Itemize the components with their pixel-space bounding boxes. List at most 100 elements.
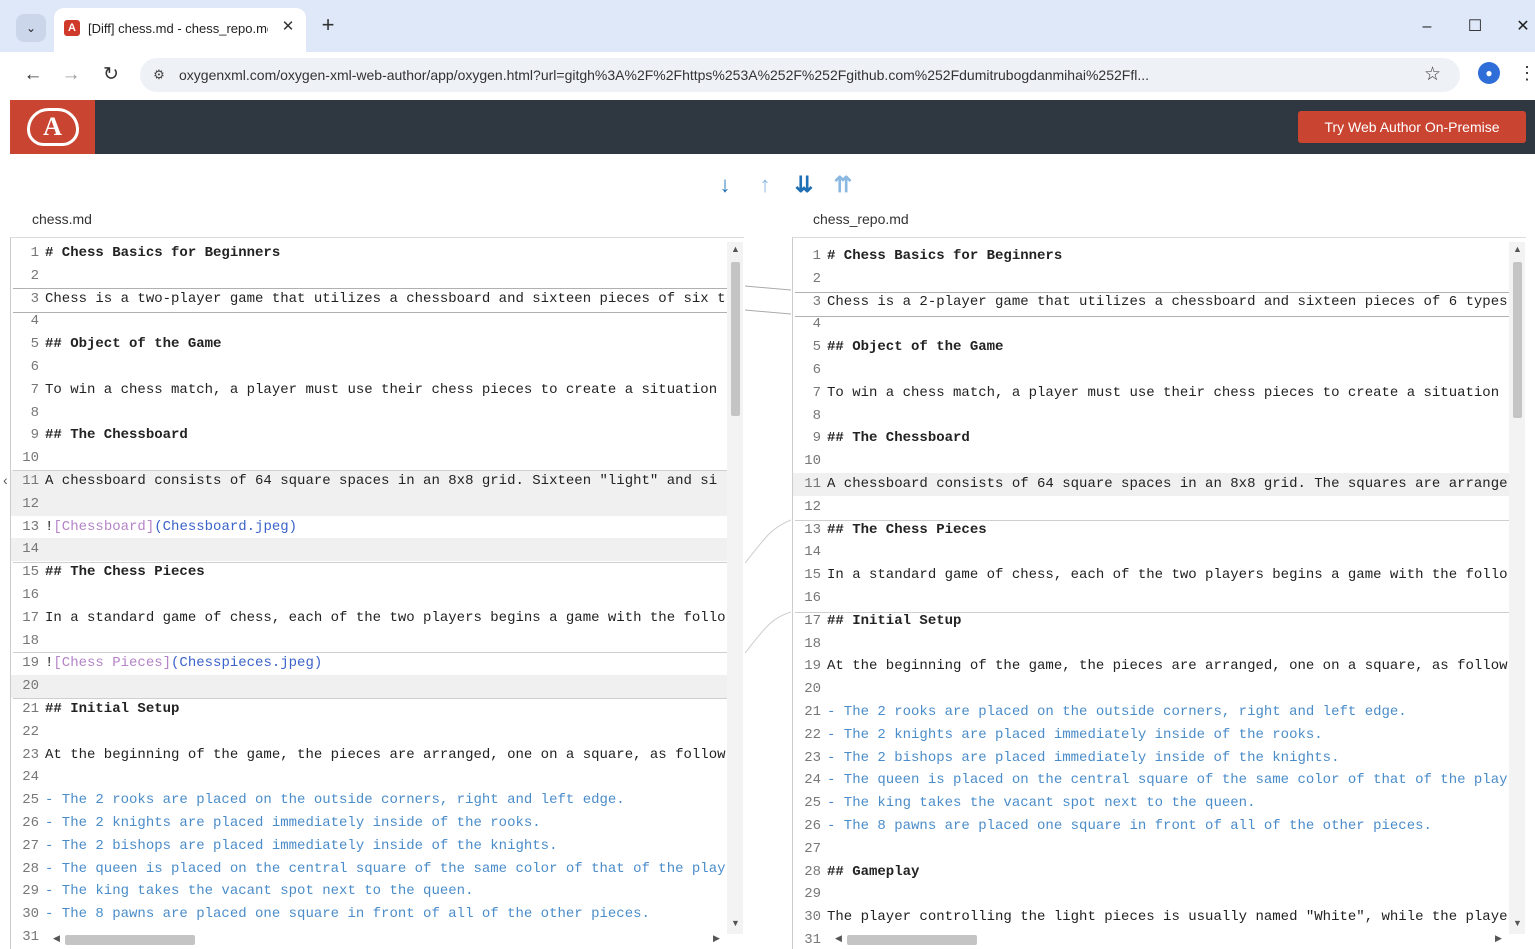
code-line[interactable]: 18 xyxy=(11,630,727,653)
code-line[interactable]: 30 The player controlling the light piece… xyxy=(793,906,1509,929)
new-tab-icon[interactable]: + xyxy=(316,14,340,38)
code-line[interactable]: 17 In a standard game of chess, each of t… xyxy=(11,607,727,630)
code-line[interactable]: 12 xyxy=(11,492,727,516)
left-horizontal-scroll-thumb[interactable] xyxy=(65,935,195,945)
code-line[interactable]: 22 - The 2 knights are placed immediately… xyxy=(793,724,1509,747)
code-line[interactable]: 27 - The 2 bishops are placed immediately… xyxy=(11,835,727,858)
code-line[interactable]: 15 In a standard game of chess, each of t… xyxy=(793,564,1509,587)
code-line[interactable]: 2 xyxy=(11,265,727,288)
code-line[interactable]: 29 xyxy=(793,883,1509,906)
code-line[interactable]: 11 A chessboard consists of 64 square spa… xyxy=(793,473,1509,496)
code-line[interactable]: 19 ![Chess Pieces](Chesspieces.jpeg) xyxy=(11,652,727,675)
image-link-text[interactable]: (Chessboard.jpeg) xyxy=(154,519,297,535)
code-line[interactable]: 17 ## Initial Setup xyxy=(793,610,1509,633)
site-settings-icon[interactable]: ⚙ xyxy=(149,65,169,85)
try-on-premise-button[interactable]: Try Web Author On-Premise xyxy=(1298,111,1526,143)
previous-change-icon[interactable]: ↑ xyxy=(750,170,780,200)
code-line[interactable]: 15 ## The Chess Pieces xyxy=(11,561,727,584)
close-tab-icon[interactable]: ✕ xyxy=(278,17,298,37)
code-line[interactable]: 19 At the beginning of the game, the piec… xyxy=(793,655,1509,678)
code-line[interactable]: 28 ## Gameplay xyxy=(793,861,1509,884)
code-line[interactable]: 6 xyxy=(11,356,727,379)
code-line[interactable]: 7 To win a chess match, a player must use… xyxy=(793,382,1509,405)
code-line[interactable]: 10 xyxy=(11,447,727,470)
code-line[interactable]: 12 xyxy=(793,496,1509,519)
code-line[interactable]: 8 xyxy=(11,402,727,425)
right-diff-pane[interactable]: 1 # Chess Basics for Beginners 2 3 Chess is … xyxy=(792,237,1526,949)
scroll-down-icon[interactable]: ▼ xyxy=(731,918,740,928)
code-line[interactable]: 13 ## The Chess Pieces xyxy=(793,519,1509,542)
left-vertical-scroll-thumb[interactable] xyxy=(731,262,740,416)
last-change-icon[interactable]: ⇊ xyxy=(789,170,819,200)
bookmark-star-icon[interactable]: ☆ xyxy=(1424,64,1441,86)
code-line[interactable]: 3 Chess is a two-player game that utilize… xyxy=(11,288,727,311)
reload-icon[interactable]: ↻ xyxy=(96,60,126,90)
scroll-right-icon[interactable]: ▶ xyxy=(713,933,720,944)
code-line[interactable]: 14 xyxy=(793,541,1509,564)
url-text[interactable]: oxygenxml.com/oxygen-xml-web-author/app/… xyxy=(179,67,1149,83)
browser-menu-icon[interactable]: ⋮ xyxy=(1518,60,1535,86)
image-link-text[interactable]: (Chesspieces.jpeg) xyxy=(171,655,322,671)
code-line[interactable]: 27 xyxy=(793,838,1509,861)
code-line[interactable]: 22 xyxy=(11,721,727,744)
code-line[interactable]: 20 xyxy=(793,678,1509,701)
back-icon[interactable]: ← xyxy=(18,60,48,90)
minimize-icon[interactable]: – xyxy=(1412,14,1442,40)
code-line[interactable]: 9 ## The Chessboard xyxy=(793,427,1509,450)
code-line[interactable]: 25 - The king takes the vacant spot next … xyxy=(793,792,1509,815)
code-line[interactable]: 26 - The 8 pawns are placed one square in… xyxy=(793,815,1509,838)
code-line[interactable]: 1 # Chess Basics for Beginners xyxy=(793,245,1509,268)
left-vertical-scrollbar[interactable]: ▲ ▼ xyxy=(727,242,743,934)
right-vertical-scroll-thumb[interactable] xyxy=(1513,262,1522,418)
scroll-up-icon[interactable]: ▲ xyxy=(731,244,740,254)
code-line[interactable]: 21 ## Initial Setup xyxy=(11,698,727,721)
code-line[interactable]: 24 - The queen is placed on the central s… xyxy=(793,769,1509,792)
forward-icon[interactable]: → xyxy=(56,60,86,90)
profile-avatar-icon[interactable]: ● xyxy=(1478,62,1500,84)
right-horizontal-scroll-thumb[interactable] xyxy=(847,935,977,945)
code-line[interactable]: 8 xyxy=(793,405,1509,428)
code-line[interactable]: 5 ## Object of the Game xyxy=(11,333,727,356)
collapse-panel-icon[interactable]: ‹ xyxy=(3,472,8,488)
code-line[interactable]: 23 At the beginning of the game, the piec… xyxy=(11,744,727,767)
code-line[interactable]: 16 xyxy=(11,584,727,607)
code-line[interactable]: 10 xyxy=(793,450,1509,473)
code-line[interactable]: 23 - The 2 bishops are placed immediately… xyxy=(793,747,1509,770)
scroll-up-icon[interactable]: ▲ xyxy=(1513,244,1522,254)
code-line[interactable]: 11 A chessboard consists of 64 square spa… xyxy=(11,470,727,493)
left-horizontal-scrollbar[interactable]: ◀ ▶ xyxy=(53,933,723,945)
code-line[interactable]: 26 - The 2 knights are placed immediately… xyxy=(11,812,727,835)
code-line[interactable]: 1 # Chess Basics for Beginners xyxy=(11,242,727,265)
code-line[interactable]: 20 xyxy=(11,675,727,698)
close-window-icon[interactable]: ✕ xyxy=(1508,14,1535,40)
right-horizontal-scrollbar[interactable]: ◀ ▶ xyxy=(835,933,1505,945)
browser-tab[interactable]: A [Diff] chess.md - chess_repo.md ✕ xyxy=(54,8,306,52)
code-line[interactable]: 14 xyxy=(11,538,727,562)
code-line[interactable]: 13 ![Chessboard](Chessboard.jpeg) xyxy=(11,516,727,539)
oxygen-logo[interactable]: A xyxy=(10,100,95,154)
code-line[interactable]: 21 - The 2 rooks are placed on the outsid… xyxy=(793,701,1509,724)
scroll-right-icon[interactable]: ▶ xyxy=(1495,933,1502,944)
code-line[interactable]: 2 xyxy=(793,268,1509,291)
address-bar[interactable]: ⚙ oxygenxml.com/oxygen-xml-web-author/ap… xyxy=(140,58,1460,92)
scroll-down-icon[interactable]: ▼ xyxy=(1513,918,1522,928)
next-change-icon[interactable]: ↓ xyxy=(710,170,740,200)
code-line[interactable]: 7 To win a chess match, a player must use… xyxy=(11,379,727,402)
left-diff-pane[interactable]: 1 # Chess Basics for Beginners 2 3 Chess is … xyxy=(10,237,744,949)
right-vertical-scrollbar[interactable]: ▲ ▼ xyxy=(1509,242,1525,934)
code-line[interactable]: 18 xyxy=(793,633,1509,656)
scroll-left-icon[interactable]: ◀ xyxy=(835,933,842,944)
code-line[interactable]: 28 - The queen is placed on the central s… xyxy=(11,858,727,881)
first-change-icon[interactable]: ⇈ xyxy=(828,170,858,200)
code-line[interactable]: 16 xyxy=(793,587,1509,610)
code-line[interactable]: 25 - The 2 rooks are placed on the outsid… xyxy=(11,789,727,812)
code-line[interactable]: 30 - The 8 pawns are placed one square in… xyxy=(11,903,727,926)
code-line[interactable]: 5 ## Object of the Game xyxy=(793,336,1509,359)
code-line[interactable]: 3 Chess is a 2-player game that utilizes … xyxy=(793,291,1509,314)
code-line[interactable]: 29 - The king takes the vacant spot next … xyxy=(11,880,727,903)
tab-search-button[interactable]: ⌄ xyxy=(16,14,46,42)
code-line[interactable]: 6 xyxy=(793,359,1509,382)
code-line[interactable]: 24 xyxy=(11,766,727,789)
code-line[interactable]: 9 ## The Chessboard xyxy=(11,424,727,447)
scroll-left-icon[interactable]: ◀ xyxy=(53,933,60,944)
